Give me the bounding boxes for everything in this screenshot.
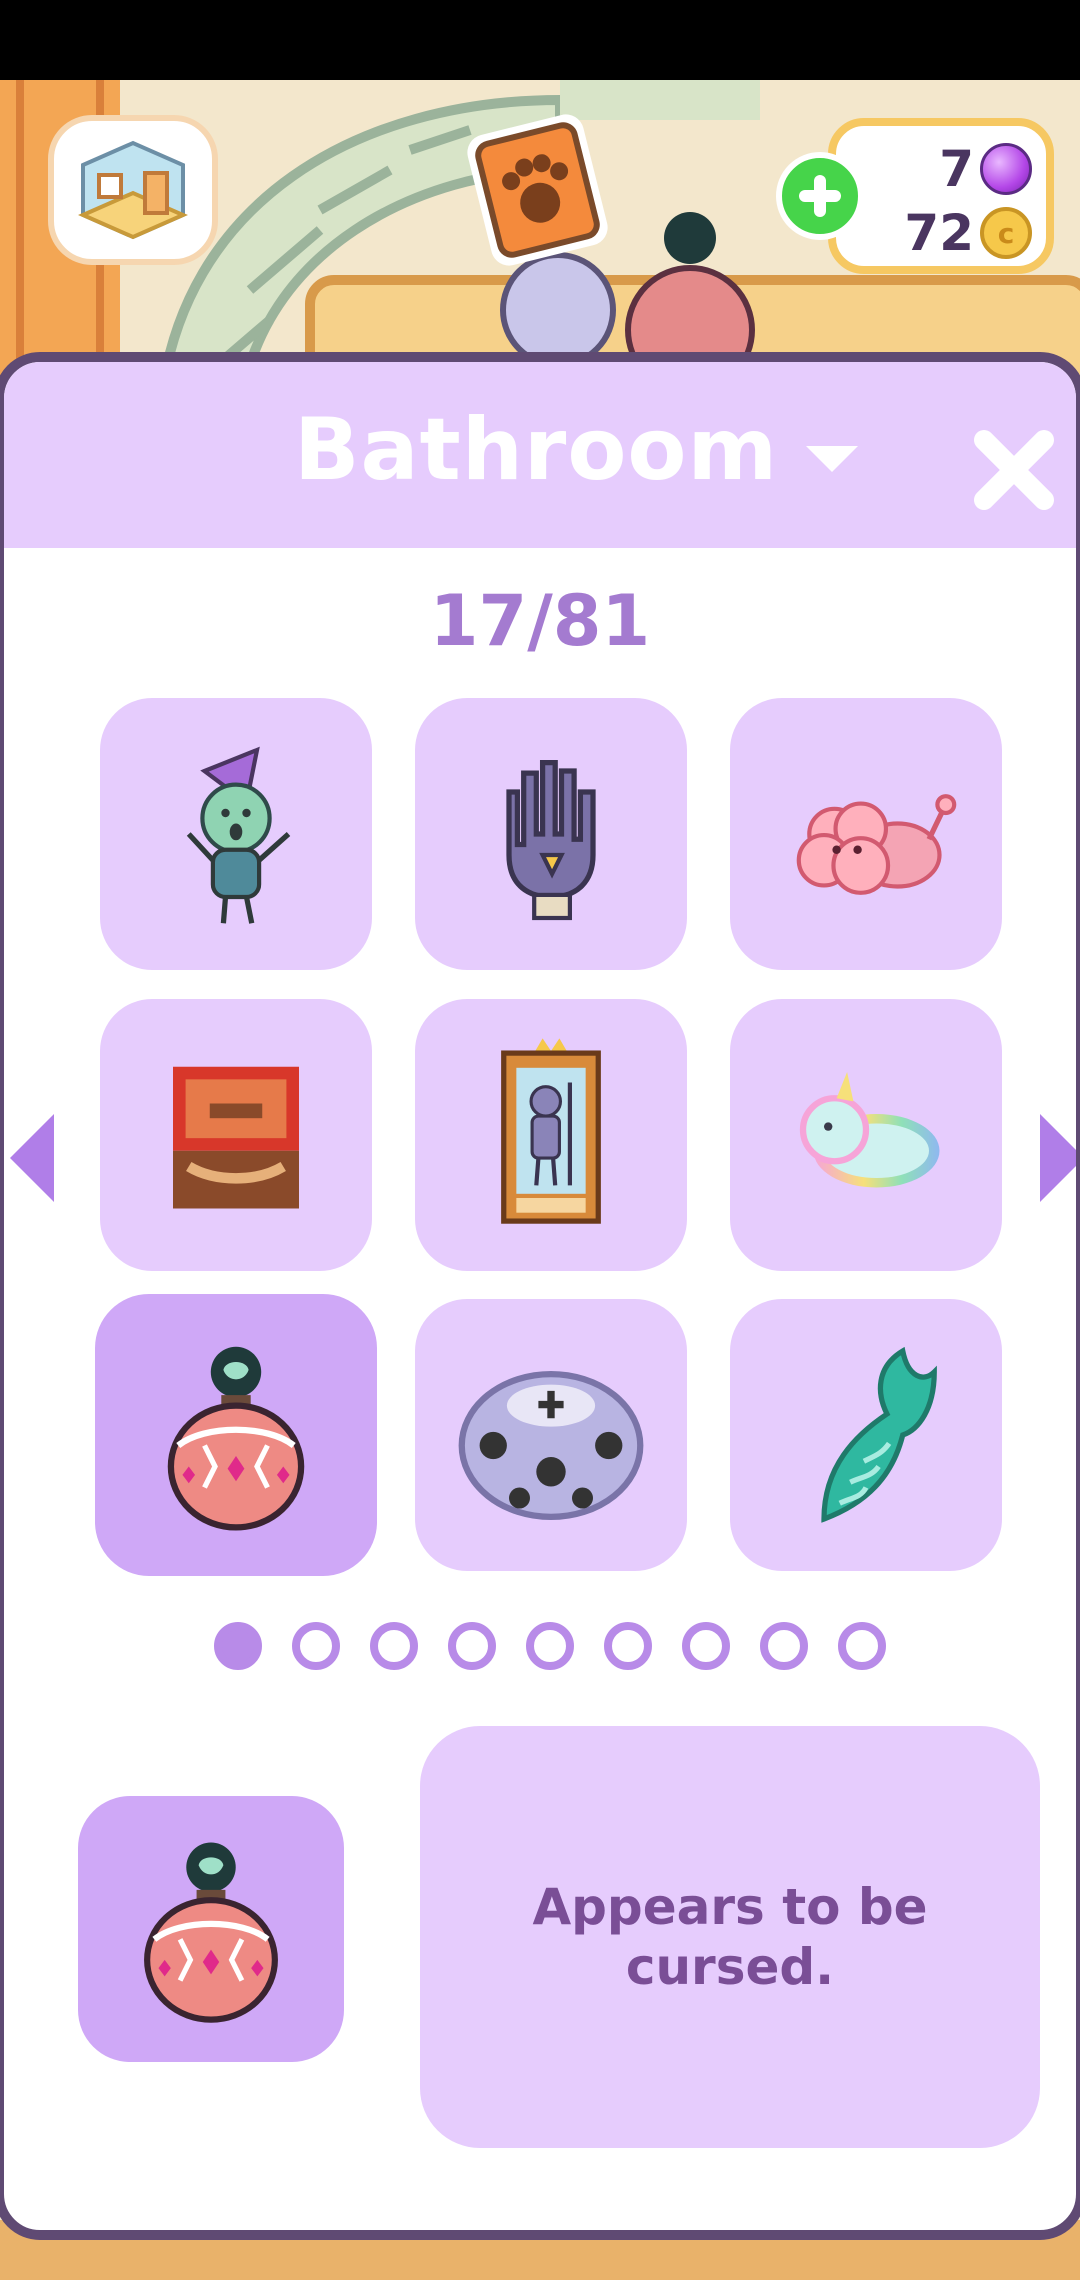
coin-counter: 72 c	[904, 204, 1032, 262]
rainbow-unicorn-plush-icon	[799, 1072, 940, 1188]
page-dot-2[interactable]	[292, 1622, 340, 1670]
item-slot-5[interactable]	[415, 999, 687, 1271]
currency-display: 7 72 c	[776, 112, 1056, 277]
status-bar	[0, 0, 1080, 80]
chevron-down-icon	[806, 446, 859, 472]
collection-count: 17/81	[429, 580, 651, 662]
gnome-figurine-icon	[186, 746, 291, 924]
page-dot-3[interactable]	[370, 1622, 418, 1670]
item-slot-7[interactable]	[95, 1294, 377, 1576]
page-dot-9[interactable]	[838, 1622, 886, 1670]
gem-counter: 7	[939, 140, 1032, 198]
room-dropdown[interactable]: Bathroom	[294, 400, 859, 500]
bowling-ball-icon	[458, 1370, 644, 1521]
room-select-button[interactable]	[48, 115, 218, 265]
house-room-icon	[78, 140, 188, 240]
page-dot-4[interactable]	[448, 1622, 496, 1670]
item-slot-1[interactable]	[100, 698, 372, 970]
purple-glove-icon	[506, 759, 596, 921]
close-icon	[974, 430, 1054, 510]
coin-icon: c	[980, 207, 1032, 259]
item-description: Appears to be cursed.	[532, 1878, 928, 1996]
close-button[interactable]	[964, 420, 1064, 520]
panel-header: Bathroom	[4, 362, 1076, 548]
page-dot-7[interactable]	[682, 1622, 730, 1670]
page-dot-8[interactable]	[760, 1622, 808, 1670]
selected-item-preview	[78, 1796, 344, 2062]
item-slot-8[interactable]	[415, 1299, 687, 1571]
red-treasure-chest-icon	[173, 1066, 299, 1209]
item-description-box: Appears to be cursed.	[420, 1726, 1040, 2148]
cursed-perfume-bottle-icon	[144, 1842, 278, 2023]
pagination-dots	[214, 1622, 886, 1670]
item-slot-3[interactable]	[730, 698, 1002, 970]
item-slot-6[interactable]	[730, 999, 1002, 1271]
page-dot-5[interactable]	[526, 1622, 574, 1670]
next-page-arrow[interactable]	[1040, 1114, 1076, 1202]
pink-cloud-creature-icon	[796, 794, 957, 895]
framed-portrait-icon	[501, 1038, 601, 1224]
page-dot-1[interactable]	[214, 1622, 262, 1670]
item-slot-4[interactable]	[100, 999, 372, 1271]
coin-symbol: c	[997, 216, 1015, 250]
inventory-panel: Bathroom 17/81 Appears to be cursed.	[0, 352, 1080, 2240]
add-currency-button[interactable]	[776, 152, 864, 240]
mermaid-tail-icon	[821, 1346, 937, 1523]
previous-page-arrow[interactable]	[10, 1114, 54, 1202]
item-slot-9[interactable]	[730, 1299, 1002, 1571]
coin-count: 72	[904, 204, 974, 262]
page-dot-6[interactable]	[604, 1622, 652, 1670]
cursed-perfume-bottle-icon	[167, 1346, 305, 1531]
panel-title: Bathroom	[294, 400, 779, 500]
gem-icon	[980, 143, 1032, 195]
plus-icon	[799, 175, 841, 217]
item-slot-2[interactable]	[415, 698, 687, 970]
gem-count: 7	[939, 140, 974, 198]
